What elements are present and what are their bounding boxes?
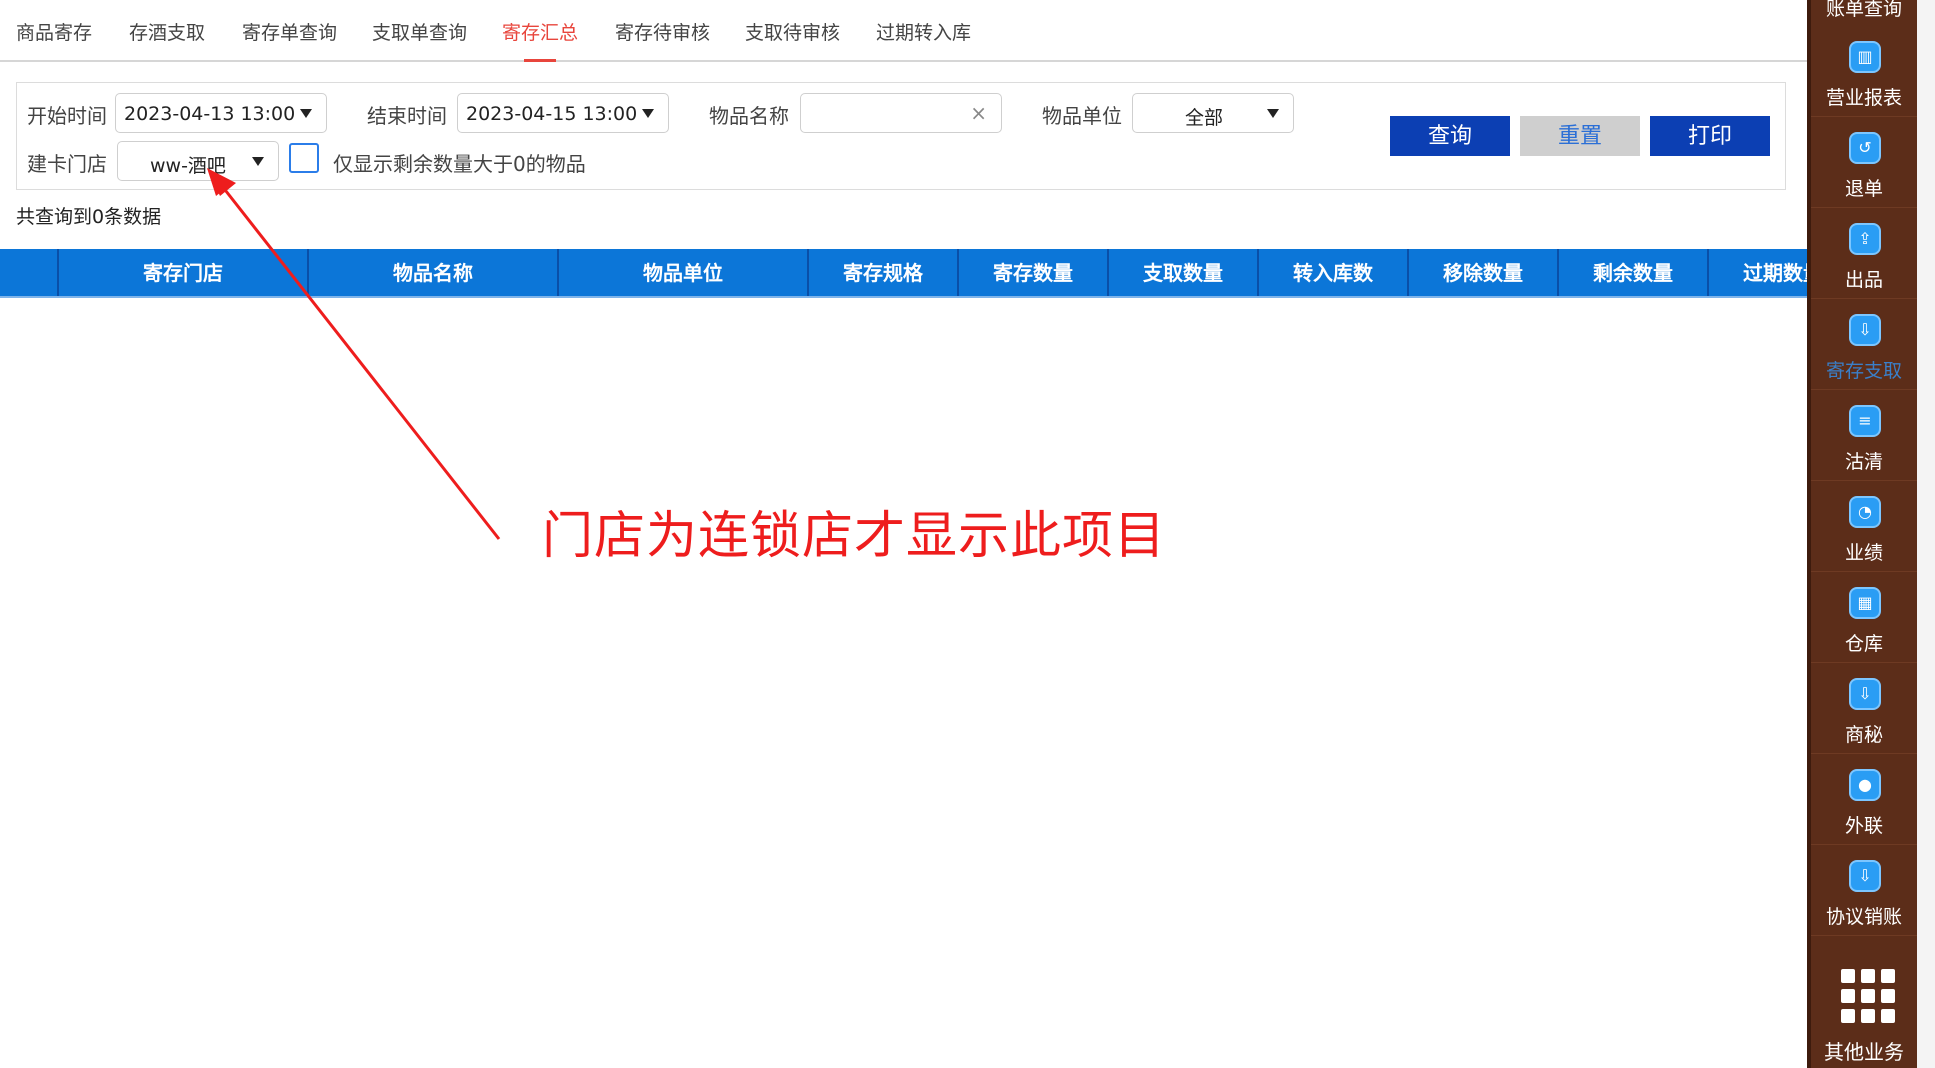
grid-icon: ▦ — [1849, 587, 1881, 619]
sidebar-item-warehouse[interactable]: ▦ 仓库 — [1811, 573, 1917, 663]
sidebar-item-external[interactable]: ● 外联 — [1811, 755, 1917, 845]
report-chart-icon: ▥ — [1849, 41, 1881, 73]
sidebar-item-label: 外联 — [1844, 815, 1883, 837]
clear-icon[interactable]: × — [970, 101, 987, 125]
tab-goods-deposit[interactable]: 商品寄存 — [16, 18, 92, 45]
export-icon: ⇪ — [1849, 223, 1881, 255]
table-header-divider — [0, 296, 1807, 298]
sidebar-item-deposit-withdraw[interactable]: ⇩ 寄存支取 — [1811, 300, 1917, 390]
item-unit-select[interactable]: 全部 — [1132, 93, 1294, 133]
column-header: 寄存规格 — [807, 249, 957, 297]
sidebar-item-sold-out[interactable]: ≡ 沽清 — [1811, 391, 1917, 481]
column-header: 物品名称 — [307, 249, 557, 297]
dropdown-caret-icon — [642, 109, 654, 118]
tab-deposit-summary[interactable]: 寄存汇总 — [502, 18, 578, 62]
item-name-input[interactable] — [809, 100, 959, 126]
column-header: 寄存数量 — [957, 249, 1107, 297]
column-header: 支取数量 — [1107, 249, 1257, 297]
other-business-button[interactable]: 其他业务 — [1811, 1036, 1917, 1065]
download-icon: ⇩ — [1849, 860, 1881, 892]
result-count: 共查询到0条数据 — [16, 206, 162, 228]
start-time-value: 2023-04-13 13:00 — [124, 103, 296, 125]
end-time-label: 结束时间 — [367, 104, 447, 128]
tab-deposit-pending-review[interactable]: 寄存待审核 — [615, 18, 710, 45]
apps-grid-icon[interactable] — [1841, 969, 1895, 1023]
print-button[interactable]: 打印 — [1650, 116, 1770, 156]
sidebar-item-label: 业绩 — [1844, 542, 1883, 564]
end-time-value: 2023-04-15 13:00 — [466, 103, 638, 125]
annotation-note: 门店为连锁店才显示此项目 — [542, 507, 1167, 566]
query-button[interactable]: 查询 — [1390, 116, 1510, 156]
sidebar-item-label: 营业报表 — [1825, 87, 1902, 109]
sidebar-item-label: 沽清 — [1844, 451, 1883, 473]
column-header: 寄存门店 — [57, 249, 307, 297]
refund-icon: ↺ — [1849, 132, 1881, 164]
sidebar-item-label: 协议销账 — [1825, 906, 1902, 928]
sidebar-item-label: 退单 — [1844, 178, 1883, 200]
dropdown-caret-icon — [1267, 109, 1279, 118]
reset-button[interactable]: 重置 — [1520, 116, 1640, 156]
item-unit-value: 全部 — [1185, 107, 1224, 129]
tab-expired-to-stock[interactable]: 过期转入库 — [876, 18, 971, 45]
sidebar-item-label: 寄存支取 — [1825, 360, 1902, 382]
tab-deposit-order-query[interactable]: 寄存单查询 — [242, 18, 337, 45]
card-store-value: ww-酒吧 — [150, 155, 226, 177]
only-positive-checkbox[interactable] — [289, 143, 319, 173]
column-header: 转入库数 — [1257, 249, 1407, 297]
column-header: 过期数量 — [1707, 249, 1807, 297]
item-unit-label: 物品单位 — [1042, 104, 1122, 128]
filter-panel: 开始时间 2023-04-13 13:00 结束时间 2023-04-15 13… — [16, 82, 1786, 190]
card-store-select[interactable]: ww-酒吧 — [117, 141, 279, 181]
right-sidebar: 账单查询 ▥ 营业报表 ↺ 退单 ⇪ 出品 ⇩ 寄存支取 ≡ 沽清 ◔ 业绩 ▦… — [1807, 0, 1917, 1068]
tab-bar: 商品寄存 存酒支取 寄存单查询 支取单查询 寄存汇总 寄存待审核 支取待审核 过… — [0, 0, 1807, 62]
column-header: 物品单位 — [557, 249, 807, 297]
sidebar-item-label: 商秘 — [1844, 724, 1883, 746]
end-time-picker[interactable]: 2023-04-15 13:00 — [457, 93, 669, 133]
sidebar-item-performance[interactable]: ◔ 业绩 — [1811, 482, 1917, 572]
sidebar-item-bill-query[interactable]: 账单查询 — [1811, 0, 1917, 21]
sidebar-item-label: 出品 — [1844, 269, 1883, 291]
start-time-picker[interactable]: 2023-04-13 13:00 — [115, 93, 327, 133]
dropdown-caret-icon — [300, 109, 312, 118]
tab-wine-withdraw[interactable]: 存酒支取 — [129, 18, 205, 45]
dropdown-caret-icon — [252, 157, 264, 166]
sidebar-item-label: 仓库 — [1844, 633, 1883, 655]
sidebar-item-agreement-writeoff[interactable]: ⇩ 协议销账 — [1811, 846, 1917, 936]
pie-chart-icon: ◔ — [1849, 496, 1881, 528]
card-store-label: 建卡门店 — [27, 152, 107, 176]
download-icon: ⇩ — [1849, 314, 1881, 346]
download-icon: ⇩ — [1849, 678, 1881, 710]
contact-icon: ● — [1849, 769, 1881, 801]
start-time-label: 开始时间 — [27, 104, 107, 128]
window-edge — [1917, 0, 1935, 1068]
sidebar-item-dispatch[interactable]: ⇪ 出品 — [1811, 209, 1917, 299]
sort-list-icon: ≡ — [1849, 405, 1881, 437]
column-header: 剩余数量 — [1557, 249, 1707, 297]
table-header: 寄存门店 物品名称 物品单位 寄存规格 寄存数量 支取数量 转入库数 移除数量 … — [0, 249, 1807, 297]
item-name-field[interactable]: × — [800, 93, 1002, 133]
tab-withdraw-order-query[interactable]: 支取单查询 — [372, 18, 467, 45]
sidebar-item-business-secretary[interactable]: ⇩ 商秘 — [1811, 664, 1917, 754]
tab-withdraw-pending-review[interactable]: 支取待审核 — [745, 18, 840, 45]
sidebar-item-refund[interactable]: ↺ 退单 — [1811, 118, 1917, 208]
column-header: 移除数量 — [1407, 249, 1557, 297]
item-name-label: 物品名称 — [709, 104, 789, 128]
only-positive-label: 仅显示剩余数量大于0的物品 — [333, 152, 586, 176]
sidebar-item-business-report[interactable]: ▥ 营业报表 — [1811, 27, 1917, 117]
